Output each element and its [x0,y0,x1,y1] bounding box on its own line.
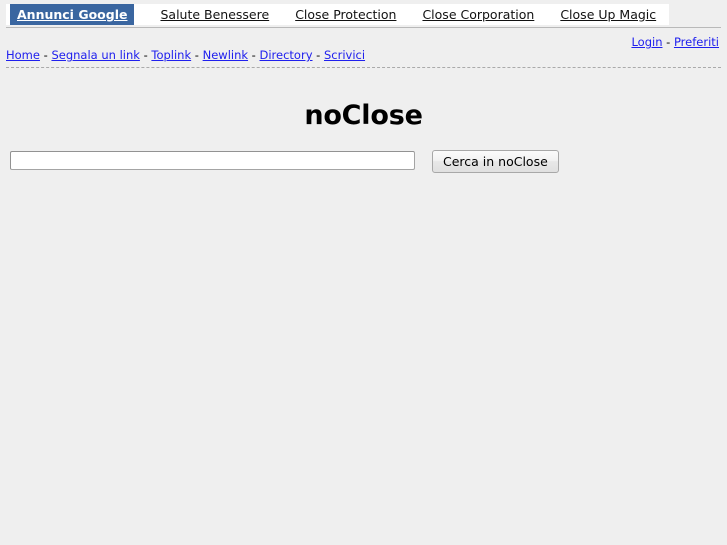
nav-item-newlink[interactable]: Newlink [203,48,248,62]
nav-dashed-divider [6,67,721,68]
nav-item-segnala-un-link[interactable]: Segnala un link [51,48,139,62]
adbar-item-close-protection[interactable]: Close Protection [295,4,396,25]
site-title: noClose [304,100,423,131]
nav-separator: - [39,48,52,62]
nav-separator: - [312,48,324,62]
ad-category-bar: Annunci Google Salute Benessere Close Prot… [6,4,669,25]
user-links: Login - Preferiti [631,35,719,49]
nav-separator: - [191,48,203,62]
nav-item-directory[interactable]: Directory [260,48,313,62]
login-link[interactable]: Login [631,35,662,49]
nav-separator: - [139,48,152,62]
nav-separator: - [248,48,260,62]
nav-item-scrivici[interactable]: Scrivici [324,48,365,62]
nav-item-home[interactable]: Home [6,48,40,62]
adbar-item-annunci-google[interactable]: Annunci Google [10,4,135,25]
nav-item-toplink[interactable]: Toplink [151,48,191,62]
header-divider [6,27,721,28]
adbar-item-close-up-magic[interactable]: Close Up Magic [560,4,656,25]
adbar-item-close-corporation[interactable]: Close Corporation [422,4,534,25]
search-submit-button[interactable]: Cerca in noClose [432,150,559,173]
page-root: Annunci Google Salute Benessere Close Prot… [0,0,727,545]
adbar-item-salute-benessere[interactable]: Salute Benessere [160,4,269,25]
search-input[interactable] [10,151,415,170]
user-links-separator: - [662,35,674,49]
search-form: Cerca in noClose [10,150,559,176]
main-nav: Home - Segnala un link - Toplink - Newli… [6,48,365,62]
preferiti-link[interactable]: Preferiti [674,35,719,49]
